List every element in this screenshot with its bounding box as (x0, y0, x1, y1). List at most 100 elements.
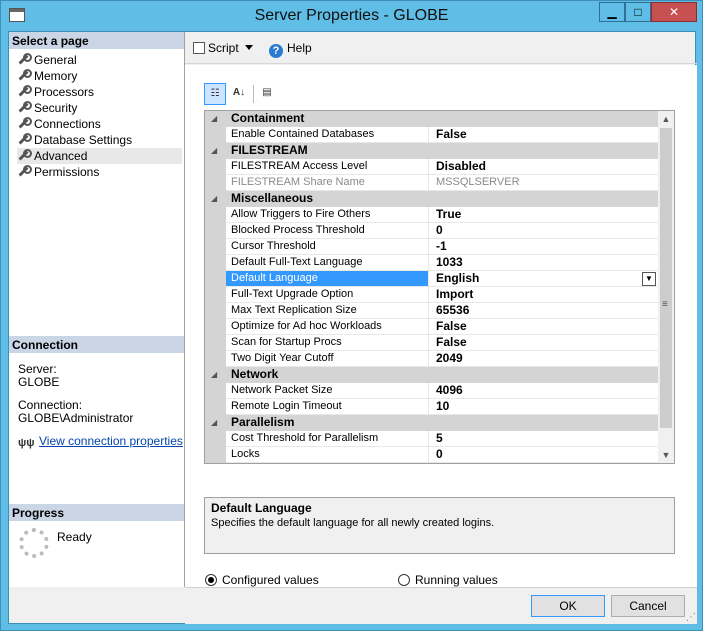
property-row[interactable]: Default Language English ▼ (205, 271, 658, 287)
close-button[interactable]: ✕ (651, 2, 697, 22)
property-value-text: 10 (436, 399, 450, 413)
property-value[interactable]: 10 (429, 399, 658, 415)
property-row[interactable]: Default Full-Text Language 1033 (205, 255, 658, 271)
view-connection-properties[interactable]: ψψ View connection properties (18, 434, 183, 449)
scroll-thumb[interactable] (660, 128, 672, 428)
property-row[interactable]: Locks 0 (205, 447, 658, 463)
property-name[interactable]: Locks (226, 447, 429, 463)
property-row[interactable]: Cursor Threshold -1 (205, 239, 658, 255)
property-value[interactable]: -1 (429, 239, 658, 255)
property-value-text: Import (436, 287, 474, 301)
property-value[interactable]: 5 (429, 431, 658, 447)
property-name[interactable]: Default Full-Text Language (226, 255, 429, 271)
cancel-button[interactable]: Cancel (611, 595, 685, 617)
category-row[interactable]: FILESTREAM (205, 143, 658, 159)
script-label: Script (208, 41, 239, 55)
ok-button[interactable]: OK (531, 595, 605, 617)
property-name[interactable]: FILESTREAM Access Level (226, 159, 429, 175)
property-value[interactable]: Disabled (429, 159, 658, 175)
property-name[interactable]: Cursor Threshold (226, 239, 429, 255)
minimize-button[interactable]: ▁ (599, 2, 625, 22)
property-value[interactable]: True (429, 207, 658, 223)
property-value[interactable]: 4096 (429, 383, 658, 399)
property-name[interactable]: Max Text Replication Size (226, 303, 429, 319)
property-name[interactable]: Scan for Startup Procs (226, 335, 429, 351)
page-item-general[interactable]: General (17, 52, 182, 68)
property-row[interactable]: Remote Login Timeout 10 (205, 399, 658, 415)
property-value[interactable]: False (429, 335, 658, 351)
page-item-database-settings[interactable]: Database Settings (17, 132, 182, 148)
radio-running-icon[interactable] (398, 574, 410, 586)
property-pages-icon[interactable]: ▤ (256, 83, 278, 105)
property-row[interactable]: Enable Contained Databases False (205, 127, 658, 143)
scroll-up-icon[interactable]: ▲ (658, 111, 674, 127)
property-name[interactable]: Optimize for Ad hoc Workloads (226, 319, 429, 335)
property-name[interactable]: Cost Threshold for Parallelism (226, 431, 429, 447)
property-name[interactable]: Full-Text Upgrade Option (226, 287, 429, 303)
collapse-toggle-icon[interactable] (205, 111, 226, 127)
category-row[interactable]: Containment (205, 111, 658, 127)
page-item-memory[interactable]: Memory (17, 68, 182, 84)
category-row[interactable]: Parallelism (205, 415, 658, 431)
property-value[interactable]: False (429, 319, 658, 335)
property-row[interactable]: Allow Triggers to Fire Others True (205, 207, 658, 223)
running-values-radio[interactable]: Running values (398, 573, 498, 587)
property-name[interactable]: Allow Triggers to Fire Others (226, 207, 429, 223)
property-value[interactable]: English ▼ (429, 271, 658, 287)
property-value-text: MSSQLSERVER (436, 176, 520, 188)
property-name[interactable]: FILESTREAM Share Name (226, 175, 429, 191)
chevron-down-icon[interactable]: ▼ (642, 272, 656, 286)
categorized-icon[interactable]: ☷ (204, 83, 226, 105)
property-row[interactable]: Full-Text Upgrade Option Import (205, 287, 658, 303)
collapse-toggle-icon[interactable] (205, 367, 226, 383)
property-value[interactable]: Import (429, 287, 658, 303)
page-item-security[interactable]: Security (17, 100, 182, 116)
page-item-processors[interactable]: Processors (17, 84, 182, 100)
configured-values-radio[interactable]: Configured values (205, 573, 319, 587)
property-name[interactable]: Blocked Process Threshold (226, 223, 429, 239)
collapse-toggle-icon[interactable] (205, 415, 226, 431)
radio-configured-icon[interactable] (205, 574, 217, 586)
property-row[interactable]: Blocked Process Threshold 0 (205, 223, 658, 239)
property-row[interactable]: FILESTREAM Share Name MSSQLSERVER (205, 175, 658, 191)
property-row[interactable]: Cost Threshold for Parallelism 5 (205, 431, 658, 447)
property-row[interactable]: Scan for Startup Procs False (205, 335, 658, 351)
collapse-toggle-icon[interactable] (205, 191, 226, 207)
row-gutter (205, 127, 226, 143)
category-row[interactable]: Miscellaneous (205, 191, 658, 207)
property-name[interactable]: Enable Contained Databases (226, 127, 429, 143)
property-value[interactable]: 0 (429, 447, 658, 463)
property-name[interactable]: Default Language (226, 271, 429, 287)
collapse-toggle-icon[interactable] (205, 143, 226, 159)
property-value[interactable]: 0 (429, 223, 658, 239)
help-button[interactable]: ? Help (269, 41, 312, 58)
view-connection-properties-link[interactable]: View connection properties (39, 434, 183, 448)
connection-header: Connection (9, 336, 184, 353)
property-value[interactable]: False (429, 127, 658, 143)
property-row[interactable]: Max Text Replication Size 65536 (205, 303, 658, 319)
page-item-label: General (34, 53, 77, 67)
property-row[interactable]: Network Packet Size 4096 (205, 383, 658, 399)
property-value[interactable]: 1033 (429, 255, 658, 271)
property-value[interactable]: 65536 (429, 303, 658, 319)
scroll-down-icon[interactable]: ▼ (658, 447, 674, 463)
splitter-grip-icon[interactable]: ≡ (662, 299, 668, 310)
category-row[interactable]: Network (205, 367, 658, 383)
page-item-advanced[interactable]: Advanced (17, 148, 182, 164)
property-name[interactable]: Remote Login Timeout (226, 399, 429, 415)
property-row[interactable]: Two Digit Year Cutoff 2049 (205, 351, 658, 367)
maximize-button[interactable]: □ (625, 2, 651, 22)
chevron-down-icon[interactable] (244, 45, 253, 50)
grid-vertical-scrollbar[interactable]: ▲ ▼ (658, 111, 674, 463)
script-button[interactable]: Script (193, 41, 253, 55)
property-name[interactable]: Two Digit Year Cutoff (226, 351, 429, 367)
alphabetical-sort-icon[interactable]: A↓ (228, 83, 250, 105)
page-item-connections[interactable]: Connections (17, 116, 182, 132)
resize-grip-icon[interactable]: ⋰ (686, 612, 696, 623)
property-value-text: 1033 (436, 255, 463, 269)
property-value[interactable]: 2049 (429, 351, 658, 367)
property-row[interactable]: FILESTREAM Access Level Disabled (205, 159, 658, 175)
property-row[interactable]: Optimize for Ad hoc Workloads False (205, 319, 658, 335)
property-name[interactable]: Network Packet Size (226, 383, 429, 399)
page-item-permissions[interactable]: Permissions (17, 164, 182, 180)
